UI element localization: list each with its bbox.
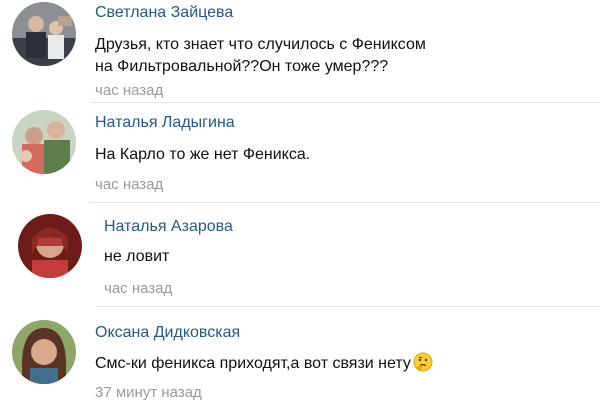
comment-author-link[interactable]: Светлана Зайцева xyxy=(95,4,233,22)
comment-author-link[interactable]: Наталья Азарова xyxy=(104,218,233,236)
avatar-photo-icon xyxy=(18,214,82,278)
divider xyxy=(90,202,600,203)
avatar-photo-icon xyxy=(12,320,76,384)
comment-timestamp[interactable]: час назад xyxy=(104,280,172,297)
comment-text: Друзья, кто знает что случилось с Феникс… xyxy=(95,36,426,53)
comment-text-content: Смс-ки феникса приходят,а вот связи нету xyxy=(95,355,411,372)
avatar-photo-icon xyxy=(12,2,76,66)
divider xyxy=(96,306,600,307)
thinking-face-icon xyxy=(413,352,433,379)
comment-text: Смс-ки феникса приходят,а вот связи нету xyxy=(95,352,433,379)
comment-item: Оксана Дидковская Смс-ки феникса приходя… xyxy=(0,308,600,401)
comment-item: Наталья Ладыгина На Карло то же нет Фени… xyxy=(0,104,600,204)
comment-timestamp[interactable]: 37 минут назад xyxy=(95,384,202,401)
avatar[interactable] xyxy=(12,320,76,384)
avatar-photo-icon xyxy=(12,110,76,174)
comment-timestamp[interactable]: час назад xyxy=(95,82,163,99)
comment-text-continued: на Фильтровальной??Он тоже умер??? xyxy=(95,58,389,75)
comment-item: Наталья Азарова не ловит час назад xyxy=(0,204,600,308)
comment-timestamp[interactable]: час назад xyxy=(95,176,163,193)
comment-item: Светлана Зайцева Друзья, кто знает что с… xyxy=(0,0,600,104)
comment-author-link[interactable]: Оксана Дидковская xyxy=(95,324,240,342)
avatar[interactable] xyxy=(12,110,76,174)
comments-feed: Светлана Зайцева Друзья, кто знает что с… xyxy=(0,0,600,401)
avatar[interactable] xyxy=(12,2,76,66)
comment-text: не ловит xyxy=(104,248,170,265)
comment-text: На Карло то же нет Феникса. xyxy=(95,146,311,163)
comment-author-link[interactable]: Наталья Ладыгина xyxy=(95,114,235,132)
avatar[interactable] xyxy=(18,214,82,278)
divider xyxy=(90,102,600,103)
